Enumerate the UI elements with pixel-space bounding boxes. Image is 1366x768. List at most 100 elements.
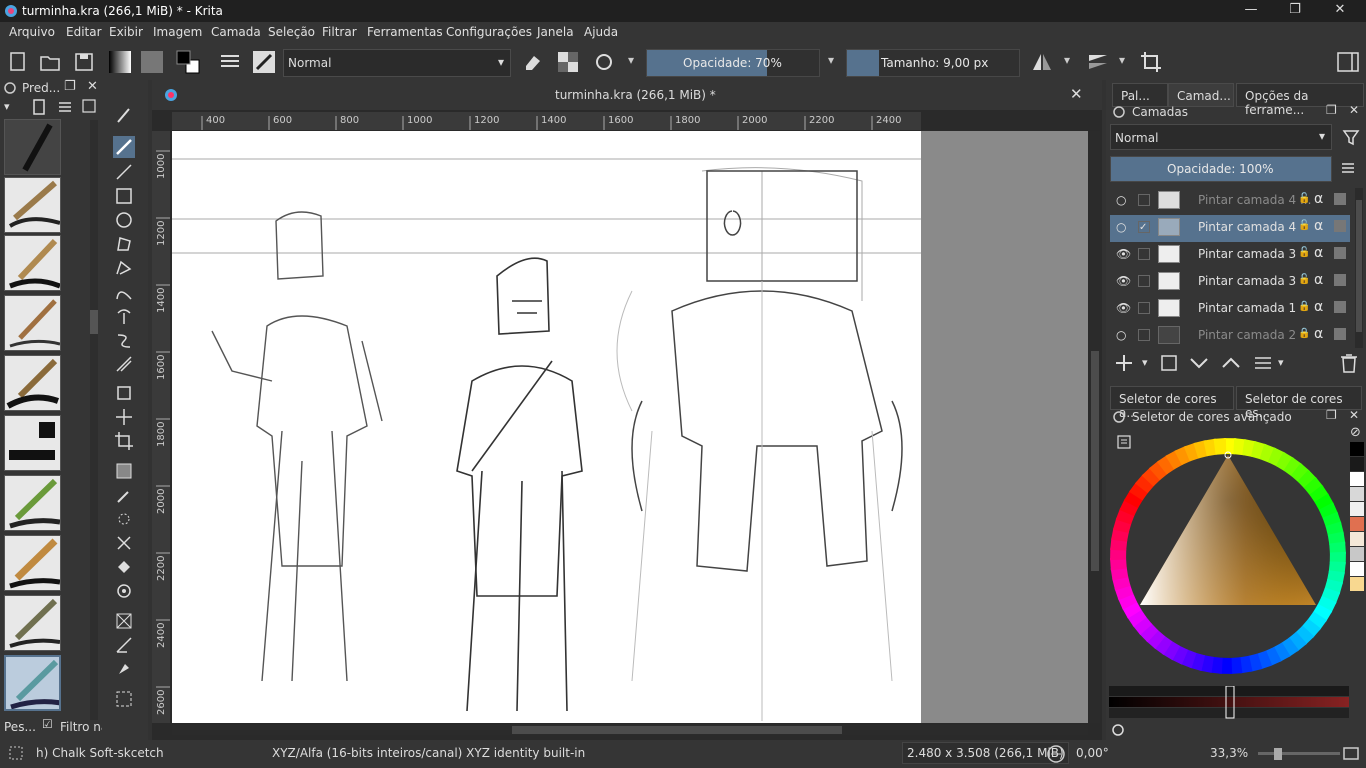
layer-select-checkbox[interactable] <box>1138 302 1150 314</box>
bezier-curve-tool-icon[interactable] <box>113 281 135 303</box>
zoom-slider[interactable] <box>1258 747 1340 761</box>
layer-select-checkbox[interactable] <box>1138 248 1150 260</box>
minimize-button[interactable]: — <box>1228 2 1274 17</box>
selection-status-icon[interactable] <box>8 745 24 761</box>
chevron-down-icon[interactable]: ▾ <box>628 53 634 67</box>
lock-icon[interactable]: 🔓 <box>1298 220 1310 231</box>
opacity-slider[interactable]: Opacidade: 70% <box>646 49 820 77</box>
lock-icon[interactable]: 🔒 <box>1298 301 1310 312</box>
preserve-alpha-icon[interactable] <box>556 50 580 74</box>
assistant-tool-icon[interactable] <box>113 532 135 554</box>
filter-checkbox[interactable]: ☑ <box>42 717 53 731</box>
visibility-icon[interactable]: ○ <box>1116 193 1126 207</box>
refresh-icon[interactable] <box>1110 722 1126 738</box>
fg-bg-color-icon[interactable] <box>176 50 200 74</box>
chevron-down-icon[interactable]: ▾ <box>1142 356 1148 369</box>
alpha-lock-icon[interactable]: α <box>1314 218 1323 234</box>
tab-color-selector-advanced[interactable]: Seletor de cores a... <box>1110 386 1234 420</box>
color-swatch[interactable] <box>1350 577 1364 591</box>
layer-row[interactable]: ○ ✓ Pintar camada 4 🔓 α <box>1110 215 1350 242</box>
lock-docker-icon[interactable] <box>3 81 17 95</box>
perspective-grid-tool-icon[interactable] <box>113 610 135 632</box>
workspace-chooser-icon[interactable] <box>1336 50 1360 74</box>
mirror-vertical-icon[interactable] <box>1086 50 1110 74</box>
close-document-icon[interactable]: ✕ <box>1070 85 1083 103</box>
layer-row[interactable]: ○ Pintar camada 2 🔒 α <box>1110 323 1350 350</box>
image-dimensions[interactable]: 2.480 x 3.508 (266,1 MiB) <box>902 742 1069 764</box>
select-shapes-tool-icon[interactable] <box>113 104 135 126</box>
polyline-tool-icon[interactable] <box>113 257 135 279</box>
brush-preset-chalk-soft-selected[interactable] <box>4 655 61 711</box>
color-wheel-triangle[interactable] <box>1110 438 1346 678</box>
inherit-alpha-icon[interactable] <box>1334 220 1346 232</box>
delete-layer-icon[interactable] <box>1338 352 1360 374</box>
move-tool-icon[interactable] <box>113 406 135 428</box>
layer-list-scrollbar[interactable] <box>1354 188 1364 348</box>
layer-opacity-slider[interactable]: Opacidade: 100% <box>1110 156 1332 182</box>
canvas-horizontal-scrollbar[interactable] <box>172 723 1088 737</box>
layer-row[interactable]: ○ Pintar camada 4 ... 🔓 α <box>1110 188 1350 215</box>
visibility-icon[interactable]: ○ <box>1116 328 1126 342</box>
brush-list-scrollbar[interactable] <box>89 120 99 720</box>
tab-palettes[interactable]: Pal... <box>1112 83 1168 107</box>
color-swatch[interactable] <box>1350 457 1364 471</box>
multibrush-tool-icon[interactable] <box>113 353 135 375</box>
add-layer-icon[interactable] <box>1114 352 1140 374</box>
color-swatch[interactable] <box>1350 487 1364 501</box>
document-tab-title[interactable]: turminha.kra (266,1 MiB) * <box>555 88 716 102</box>
enclose-fill-tool-icon[interactable] <box>113 580 135 602</box>
line-tool-icon[interactable] <box>113 161 135 183</box>
alpha-lock-icon[interactable]: α <box>1314 272 1323 288</box>
brush-preset-1[interactable] <box>4 119 61 175</box>
clear-history-icon[interactable]: ⊘ <box>1350 425 1361 440</box>
color-picker-tool-icon[interactable] <box>113 484 135 506</box>
color-swatch[interactable] <box>1350 562 1364 576</box>
duplicate-layer-icon[interactable] <box>1158 352 1180 374</box>
freehand-path-tool-icon[interactable] <box>113 305 135 327</box>
visibility-icon[interactable]: 👁 <box>1116 301 1131 315</box>
brush-settings-icon[interactable] <box>218 50 242 74</box>
brush-preset-9[interactable] <box>4 595 61 651</box>
brush-preset-4[interactable] <box>4 295 61 351</box>
pattern-selector-icon[interactable] <box>140 50 164 74</box>
menu-selecao[interactable]: Seleção <box>268 25 315 39</box>
color-swatch[interactable] <box>1350 532 1364 546</box>
layer-row[interactable]: 👁 Pintar camada 3 🔓 α <box>1110 242 1350 269</box>
wrap-around-icon[interactable] <box>1139 50 1163 74</box>
search-label[interactable]: Pes... <box>4 720 36 734</box>
lock-docker-icon[interactable] <box>1112 105 1126 119</box>
visibility-icon[interactable]: ○ <box>1116 220 1126 234</box>
brush-preset-icon[interactable] <box>252 50 276 74</box>
alpha-lock-icon[interactable]: α <box>1314 191 1323 207</box>
close-docker-icon[interactable]: ✕ <box>1349 408 1359 422</box>
layer-blend-mode-select[interactable]: Normal ▾ <box>1110 124 1332 150</box>
tab-tool-options[interactable]: Opções da ferrame... <box>1236 83 1364 117</box>
menu-camada[interactable]: Camada <box>211 25 261 39</box>
alpha-lock-icon[interactable]: α <box>1314 299 1323 315</box>
polygon-tool-icon[interactable] <box>113 233 135 255</box>
brush-preset-6[interactable] <box>4 415 61 471</box>
color-swatch[interactable] <box>1350 442 1364 456</box>
sketch-canvas[interactable] <box>172 131 921 723</box>
measure-tool-icon[interactable] <box>113 634 135 656</box>
dynamic-brush-tool-icon[interactable] <box>113 329 135 351</box>
eraser-mode-icon[interactable] <box>521 50 545 74</box>
close-docker-icon[interactable]: ✕ <box>87 79 98 94</box>
visibility-icon[interactable]: 👁 <box>1116 247 1131 261</box>
chevron-down-icon[interactable]: ▾ <box>1278 356 1284 369</box>
filter-icon[interactable] <box>1342 128 1360 146</box>
color-value-bars[interactable] <box>1109 686 1349 720</box>
inherit-alpha-icon[interactable] <box>1334 301 1346 313</box>
brush-preset-7[interactable] <box>4 475 61 531</box>
float-docker-icon[interactable]: ❐ <box>1326 103 1337 117</box>
layer-select-checkbox[interactable] <box>1138 329 1150 341</box>
layer-select-checkbox[interactable]: ✓ <box>1138 221 1150 233</box>
rotation-icon[interactable] <box>1046 744 1066 764</box>
color-swatch[interactable] <box>1350 517 1364 531</box>
color-swatch[interactable] <box>1350 472 1364 486</box>
color-swatch[interactable] <box>1350 547 1364 561</box>
brush-preset-3[interactable] <box>4 235 61 291</box>
menu-exibir[interactable]: Exibir <box>109 25 143 39</box>
lock-icon[interactable]: 🔓 <box>1298 274 1310 285</box>
brush-preset-8[interactable] <box>4 535 61 591</box>
